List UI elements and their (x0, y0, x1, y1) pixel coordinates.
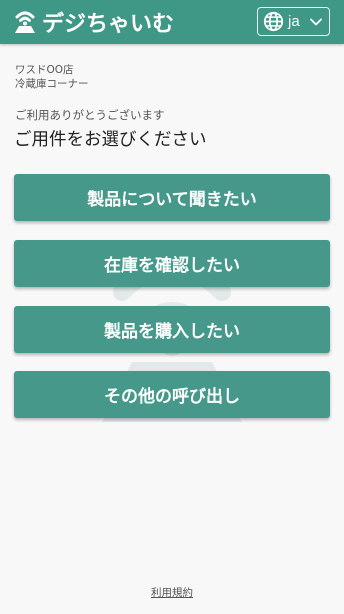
app-header: デジちゃいむ ja (0, 0, 344, 44)
bell-signal-icon (15, 11, 35, 33)
terms-link[interactable]: 利用規約 (0, 585, 344, 600)
ask-about-product-button[interactable]: 製品について聞きたい (14, 174, 330, 221)
check-stock-button[interactable]: 在庫を確認したい (14, 240, 330, 287)
globe-icon (263, 11, 284, 32)
language-value: ja (288, 13, 300, 30)
app-logo: デジちゃいむ (12, 8, 175, 37)
greeting-text: ご利用ありがとうございます (15, 108, 165, 122)
store-name: ワスドOO店 (15, 64, 74, 76)
language-select[interactable]: ja (257, 7, 330, 36)
chevron-down-icon (310, 18, 322, 26)
app-name: デジちゃいむ (42, 12, 175, 37)
other-call-button[interactable]: その他の呼び出し (14, 371, 330, 418)
page-title: ご用件をお選びください (14, 130, 207, 150)
location-name: 冷蔵庫コーナー (15, 78, 89, 90)
purchase-product-button[interactable]: 製品を購入したい (14, 306, 330, 353)
